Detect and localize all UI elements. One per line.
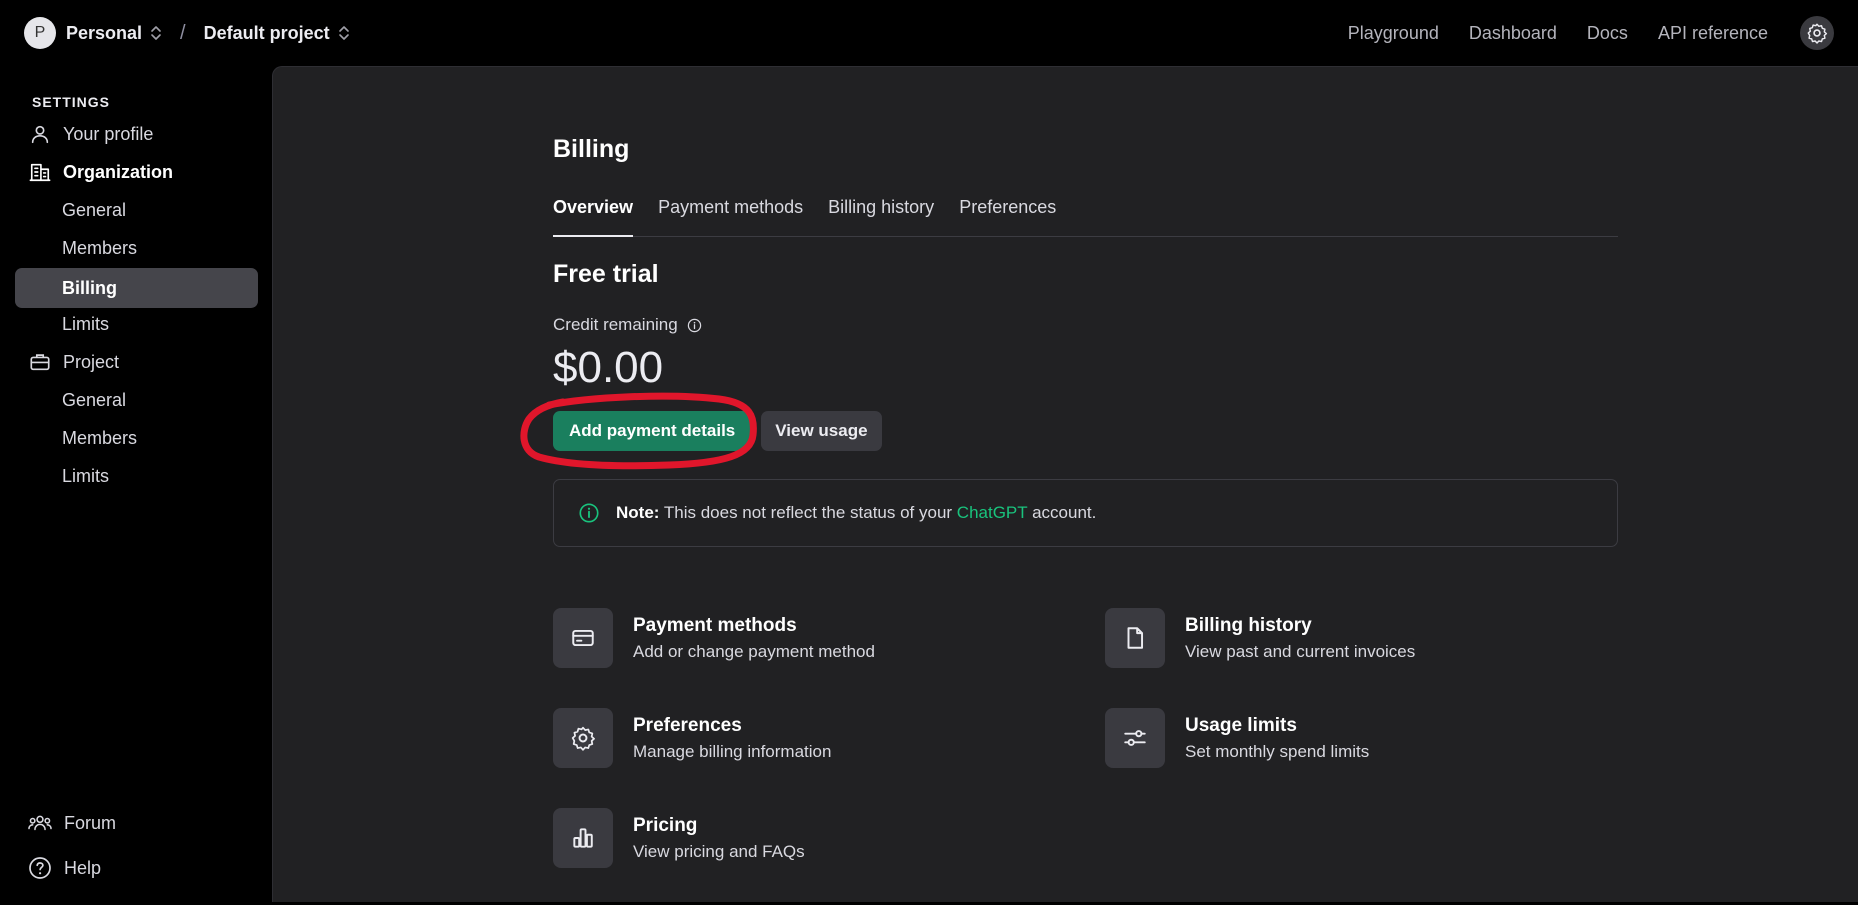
card-payment-methods[interactable]: Payment methods Add or change payment me… (553, 607, 1053, 669)
tab-overview[interactable]: Overview (553, 195, 634, 237)
chevron-updown-icon (150, 25, 162, 41)
note-before: This does not reflect the status of your (659, 503, 957, 522)
sidebar-item-label: Organization (63, 161, 174, 182)
view-usage-button[interactable]: View usage (761, 411, 882, 451)
card-usage-limits[interactable]: Usage limits Set monthly spend limits (1105, 707, 1605, 769)
sidebar-item-label: Limits (62, 313, 110, 334)
card-title: Pricing (633, 814, 698, 836)
people-icon (28, 812, 52, 834)
nav-playground[interactable]: Playground (1348, 23, 1439, 44)
info-icon (578, 502, 600, 524)
sidebar-item-label: Forum (64, 812, 117, 833)
sidebar-item-org-general[interactable]: General (15, 190, 258, 230)
sidebar-item-label: General (62, 199, 127, 220)
card-desc: Add or change payment method (633, 641, 875, 661)
help-icon (28, 856, 52, 880)
card-title: Usage limits (1185, 714, 1297, 736)
sidebar-item-project[interactable]: Project (15, 342, 258, 382)
sidebar-item-billing[interactable]: Billing (15, 268, 258, 308)
briefcase-icon (29, 351, 51, 373)
org-switcher[interactable]: Personal (66, 23, 162, 44)
user-icon (29, 123, 51, 145)
sidebar-item-your-profile[interactable]: Your profile (15, 114, 258, 154)
card-desc: Manage billing information (633, 741, 832, 761)
breadcrumb-separator: / (180, 21, 186, 44)
card-desc: View pricing and FAQs (633, 841, 805, 861)
sidebar-item-org-members[interactable]: Members (15, 228, 258, 268)
nav-dashboard[interactable]: Dashboard (1469, 23, 1557, 44)
top-bar: P Personal / Default project Playground … (0, 0, 1858, 66)
billing-actions: Add payment details View usage (553, 411, 882, 451)
credit-card-icon (553, 608, 613, 668)
tab-billing-history[interactable]: Billing history (828, 195, 934, 237)
card-title: Billing history (1185, 614, 1312, 636)
card-billing-history[interactable]: Billing history View past and current in… (1105, 607, 1605, 669)
chevron-updown-icon (338, 25, 350, 41)
chatgpt-link[interactable]: ChatGPT (957, 503, 1028, 522)
sliders-icon (1105, 708, 1165, 768)
avatar[interactable]: P (24, 17, 56, 49)
settings-button[interactable] (1800, 16, 1834, 50)
note-after: account. (1027, 503, 1097, 522)
sidebar-item-label: Members (62, 427, 138, 448)
sidebar-item-label: General (62, 389, 127, 410)
page-title: Billing (553, 135, 630, 163)
sidebar-item-label: Help (64, 857, 102, 878)
org-name: Personal (66, 22, 143, 43)
card-pricing[interactable]: Pricing View pricing and FAQs (553, 807, 1053, 869)
note-text: Note: This does not reflect the status o… (616, 503, 1096, 523)
sidebar-item-help[interactable]: Help (28, 848, 101, 888)
sidebar-item-project-general[interactable]: General (15, 380, 258, 420)
sidebar-item-forum[interactable]: Forum (28, 803, 116, 843)
sidebar: SETTINGS Your profile Organization Gener… (0, 66, 272, 905)
card-title: Payment methods (633, 614, 797, 636)
nav-api-reference[interactable]: API reference (1658, 23, 1768, 44)
sidebar-item-label: Project (63, 351, 120, 372)
card-preferences[interactable]: Preferences Manage billing information (553, 707, 1053, 769)
main-panel: Billing Overview Payment methods Billing… (272, 66, 1858, 902)
tab-payment-methods[interactable]: Payment methods (658, 195, 803, 237)
card-desc: Set monthly spend limits (1185, 741, 1370, 761)
sidebar-item-label: Billing (62, 277, 117, 298)
sidebar-heading: SETTINGS (32, 94, 111, 110)
credit-amount: $0.00 (553, 343, 664, 392)
sidebar-item-label: Members (62, 237, 138, 258)
sidebar-item-label: Your profile (63, 123, 154, 144)
sidebar-item-project-members[interactable]: Members (15, 418, 258, 458)
sidebar-item-label: Limits (62, 465, 110, 486)
building-icon (29, 161, 51, 183)
breadcrumb: P Personal / Default project (24, 17, 350, 49)
status-note: Note: This does not reflect the status o… (553, 479, 1618, 547)
credit-label-text: Credit remaining (553, 315, 678, 334)
document-icon (1105, 608, 1165, 668)
card-desc: View past and current invoices (1185, 641, 1416, 661)
sidebar-item-organization[interactable]: Organization (15, 152, 258, 192)
billing-tabs: Overview Payment methods Billing history… (553, 195, 1618, 237)
sidebar-item-org-limits[interactable]: Limits (15, 304, 258, 344)
top-nav: Playground Dashboard Docs API reference (1348, 16, 1834, 50)
add-payment-details-button[interactable]: Add payment details (553, 411, 752, 451)
nav-docs[interactable]: Docs (1587, 23, 1628, 44)
info-icon[interactable] (687, 318, 702, 333)
gear-icon (553, 708, 613, 768)
sidebar-item-project-limits[interactable]: Limits (15, 456, 258, 496)
project-name: Default project (203, 22, 330, 43)
note-bold: Note: (616, 503, 660, 522)
plan-title: Free trial (553, 260, 659, 288)
tab-preferences[interactable]: Preferences (959, 195, 1056, 237)
project-switcher[interactable]: Default project (204, 23, 350, 44)
gear-icon (1806, 22, 1828, 44)
card-title: Preferences (633, 714, 742, 736)
credit-label: Credit remaining (553, 315, 702, 335)
bar-chart-icon (553, 808, 613, 868)
